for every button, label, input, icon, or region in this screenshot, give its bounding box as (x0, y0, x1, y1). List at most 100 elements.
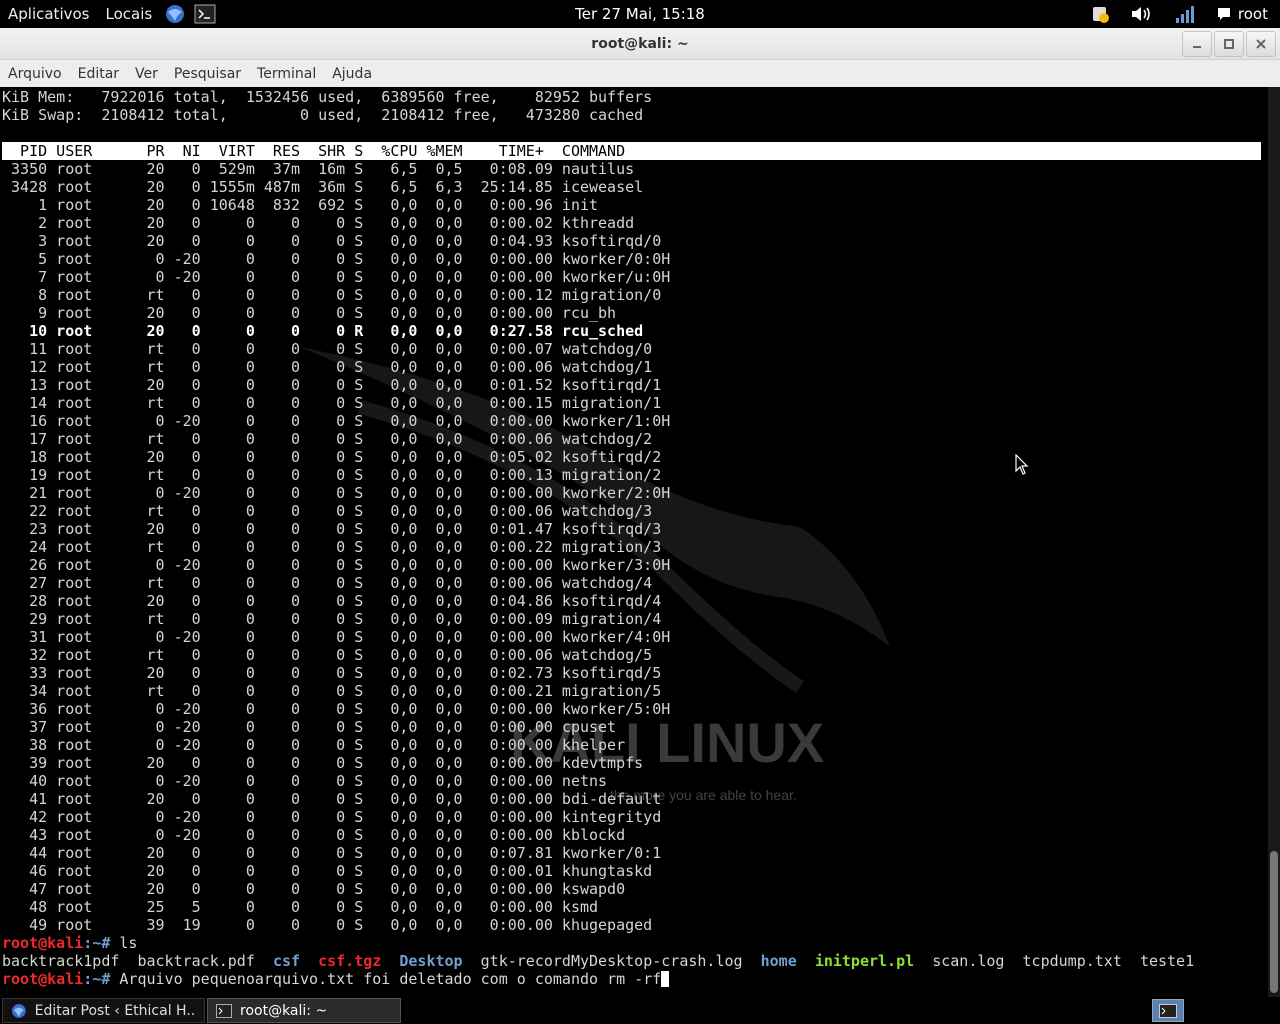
process-row: 21 root 0 -20 0 0 0 S 0,0 0,0 0:00.00 kw… (2, 484, 671, 502)
process-row: 9 root 20 0 0 0 0 S 0,0 0,0 0:00.00 rcu_… (2, 304, 617, 322)
network-signal-icon[interactable] (1174, 4, 1196, 24)
close-icon (1256, 39, 1266, 49)
process-row: 1 root 20 0 10648 832 692 S 0,0 0,0 0:00… (2, 196, 599, 214)
current-command-text[interactable]: Arquivo pequenoarquivo.txt foi deletado … (119, 970, 661, 988)
menu-terminal[interactable]: Terminal (249, 66, 324, 82)
process-row: 33 root 20 0 0 0 0 S 0,0 0,0 0:02.73 kso… (2, 664, 662, 682)
directory-entry: home (760, 952, 797, 970)
process-row: 36 root 0 -20 0 0 0 S 0,0 0,0 0:00.00 kw… (2, 700, 671, 718)
prompt-symbol: # (101, 934, 120, 952)
prompt-path: :~ (83, 970, 102, 988)
terminal-scrollbar[interactable] (1268, 87, 1280, 997)
process-row: 46 root 20 0 0 0 0 S 0,0 0,0 0:00.01 khu… (2, 862, 653, 880)
process-row: 23 root 20 0 0 0 0 S 0,0 0,0 0:01.47 kso… (2, 520, 662, 538)
process-row: 10 root 20 0 0 0 0 R 0,0 0,0 0:27.58 rcu… (2, 322, 644, 340)
file-entry: teste1 (1139, 952, 1195, 970)
browser-launcher-icon[interactable] (164, 3, 186, 25)
terminal-icon (216, 1003, 232, 1018)
process-row: 16 root 0 -20 0 0 0 S 0,0 0,0 0:00.00 kw… (2, 412, 671, 430)
browser-icon (11, 1003, 26, 1018)
process-row: 41 root 20 0 0 0 0 S 0,0 0,0 0:00.00 bdi… (2, 790, 662, 808)
archive-entry: csf.tgz (318, 952, 382, 970)
menu-editar[interactable]: Editar (70, 66, 127, 82)
window-titlebar[interactable]: root@kali: ~ (0, 28, 1280, 60)
process-row: 5 root 0 -20 0 0 0 S 0,0 0,0 0:00.00 kwo… (2, 250, 671, 268)
ls-command: ls (119, 934, 138, 952)
process-row: 7 root 0 -20 0 0 0 S 0,0 0,0 0:00.00 kwo… (2, 268, 671, 286)
process-row: 12 root rt 0 0 0 0 S 0,0 0,0 0:00.06 wat… (2, 358, 653, 376)
places-menu[interactable]: Locais (97, 0, 160, 28)
process-row: 31 root 0 -20 0 0 0 S 0,0 0,0 0:00.00 kw… (2, 628, 671, 646)
workspace-switcher[interactable] (1152, 999, 1184, 1022)
process-row: 38 root 0 -20 0 0 0 S 0,0 0,0 0:00.00 kh… (2, 736, 626, 754)
process-row: 17 root rt 0 0 0 0 S 0,0 0,0 0:00.06 wat… (2, 430, 653, 448)
process-row: 2 root 20 0 0 0 0 S 0,0 0,0 0:00.02 kthr… (2, 214, 635, 232)
process-row: 14 root rt 0 0 0 0 S 0,0 0,0 0:00.15 mig… (2, 394, 662, 412)
directory-entry: Desktop (399, 952, 463, 970)
process-row: 3428 root 20 0 1555m 487m 36m S 6,5 6,3 … (2, 178, 644, 196)
process-row: 26 root 0 -20 0 0 0 S 0,0 0,0 0:00.00 kw… (2, 556, 671, 574)
process-row: 8 root rt 0 0 0 0 S 0,0 0,0 0:00.12 migr… (2, 286, 662, 304)
process-row: 39 root 20 0 0 0 0 S 0,0 0,0 0:00.00 kde… (2, 754, 644, 772)
process-row: 34 root rt 0 0 0 0 S 0,0 0,0 0:00.21 mig… (2, 682, 662, 700)
minimize-button[interactable] (1182, 31, 1212, 57)
current-command-line[interactable]: root@kali:~# Arquivo pequenoarquivo.txt … (2, 970, 1264, 988)
task-terminal[interactable]: root@kali: ~ (207, 998, 401, 1023)
mouse-pointer-icon (1015, 454, 1029, 475)
menu-arquivo[interactable]: Arquivo (0, 66, 70, 82)
process-row: 32 root rt 0 0 0 0 S 0,0 0,0 0:00.06 wat… (2, 646, 653, 664)
minimize-icon (1193, 46, 1201, 48)
menu-ver[interactable]: Ver (127, 66, 166, 82)
close-button[interactable] (1246, 31, 1276, 57)
process-row: 44 root 20 0 0 0 0 S 0,0 0,0 0:07.81 kwo… (2, 844, 662, 862)
notification-icon[interactable] (1090, 4, 1110, 24)
process-list: 3350 root 20 0 529m 37m 16m S 6,5 0,5 0:… (2, 160, 1264, 934)
ls-command-line: root@kali:~# ls (2, 934, 1264, 952)
clock[interactable]: Ter 27 Mai, 15:18 (575, 5, 705, 23)
file-entry: backtrack1pdf (2, 952, 120, 970)
scrollbar-thumb[interactable] (1270, 851, 1278, 993)
prompt-user: root@kali (2, 934, 84, 952)
user-name: root (1237, 5, 1268, 23)
process-row: 24 root rt 0 0 0 0 S 0,0 0,0 0:00.22 mig… (2, 538, 662, 556)
user-menu[interactable]: root (1216, 5, 1268, 23)
process-row: 3350 root 20 0 529m 37m 16m S 6,5 0,5 0:… (2, 160, 635, 178)
process-row: 49 root 39 19 0 0 0 S 0,0 0,0 0:00.00 kh… (2, 916, 653, 934)
directory-entry: csf (272, 952, 301, 970)
volume-icon[interactable] (1130, 4, 1154, 24)
window-title: root@kali: ~ (591, 36, 689, 52)
maximize-button[interactable] (1214, 31, 1244, 57)
process-row: 22 root rt 0 0 0 0 S 0,0 0,0 0:00.06 wat… (2, 502, 653, 520)
terminal-area[interactable]: KALI LINUX the more you are able to hear… (0, 87, 1268, 997)
process-row: 47 root 20 0 0 0 0 S 0,0 0,0 0:00.00 ksw… (2, 880, 626, 898)
ls-output: backtrack1pdf backtrack.pdf csf csf.tgz … (2, 952, 1264, 970)
terminal-icon (1159, 1003, 1177, 1018)
task-label: root@kali: ~ (240, 1002, 328, 1019)
file-entry: gtk-recordMyDesktop-crash.log (480, 952, 743, 970)
process-row: 28 root 20 0 0 0 0 S 0,0 0,0 0:04.86 kso… (2, 592, 662, 610)
maximize-icon (1224, 39, 1234, 49)
top-panel: Aplicativos Locais Ter 27 Mai, 15:18 roo… (0, 0, 1280, 28)
process-row: 27 root rt 0 0 0 0 S 0,0 0,0 0:00.06 wat… (2, 574, 653, 592)
applications-menu[interactable]: Aplicativos (0, 0, 97, 28)
executable-entry: initperl.pl (814, 952, 915, 970)
text-cursor (661, 971, 670, 987)
menu-bar: Arquivo Editar Ver Pesquisar Terminal Aj… (0, 60, 1280, 87)
process-row: 40 root 0 -20 0 0 0 S 0,0 0,0 0:00.00 ne… (2, 772, 608, 790)
prompt-symbol: # (101, 970, 120, 988)
process-row: 11 root rt 0 0 0 0 S 0,0 0,0 0:00.07 wat… (2, 340, 653, 358)
menu-ajuda[interactable]: Ajuda (324, 66, 380, 82)
terminal-launcher-icon[interactable] (194, 4, 216, 24)
menu-pesquisar[interactable]: Pesquisar (166, 66, 249, 82)
process-row: 18 root 20 0 0 0 0 S 0,0 0,0 0:05.02 kso… (2, 448, 662, 466)
task-browser[interactable]: Editar Post ‹ Ethical H... (2, 998, 205, 1023)
process-row: 37 root 0 -20 0 0 0 S 0,0 0,0 0:00.00 cp… (2, 718, 617, 736)
file-entry: tcpdump.txt (1022, 952, 1122, 970)
prompt-user: root@kali (2, 970, 84, 988)
bottom-taskbar: Editar Post ‹ Ethical H... root@kali: ~ (0, 997, 1280, 1024)
task-label: Editar Post ‹ Ethical H... (34, 1002, 196, 1019)
prompt-path: :~ (83, 934, 102, 952)
process-row: 42 root 0 -20 0 0 0 S 0,0 0,0 0:00.00 ki… (2, 808, 662, 826)
file-entry: backtrack.pdf (137, 952, 255, 970)
